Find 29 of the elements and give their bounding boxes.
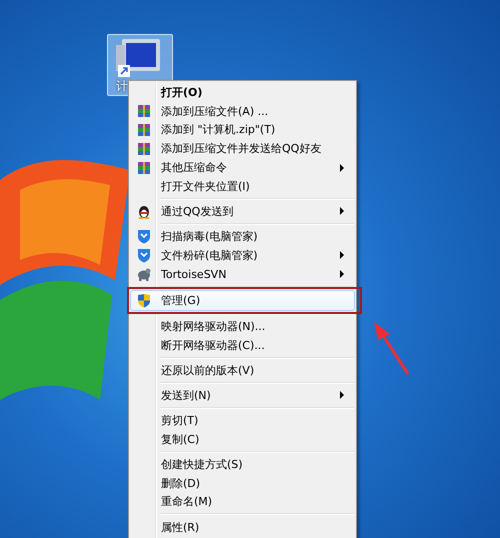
menu-item[interactable]: 剪切(T) [131, 411, 354, 430]
menu-item[interactable]: 打开(O) [131, 83, 354, 102]
shield-icon [137, 248, 151, 263]
menu-item[interactable]: 复制(C) [131, 430, 354, 449]
menu-item[interactable]: 通过QQ发送到 [131, 202, 354, 221]
menu-item[interactable]: 发送到(N) [131, 386, 354, 405]
menu-item[interactable]: 删除(D) [131, 474, 354, 493]
menu-item[interactable]: 属性(R) [131, 518, 354, 536]
menu-item[interactable]: 打开文件夹位置(I) [131, 176, 354, 196]
menu-item[interactable]: 添加到压缩文件并发送给QQ好友 [131, 139, 354, 158]
shield-icon [137, 229, 151, 244]
menu-item[interactable]: 重命名(M) [131, 492, 354, 512]
archive-icon [137, 122, 151, 137]
menu-item[interactable]: 扫描病毒(电脑管家) [131, 227, 354, 246]
menu-item[interactable]: 映射网络驱动器(N)... [131, 316, 354, 336]
archive-icon [137, 160, 151, 175]
menu-item[interactable]: 还原以前的版本(V) [131, 360, 354, 380]
menu-item[interactable]: 添加到压缩文件(A) ... [131, 102, 354, 121]
menu-item[interactable]: 断开网络驱动器(C)... [131, 336, 354, 355]
menu-item[interactable]: 文件粉碎(电脑管家) [131, 246, 354, 265]
penguin-icon [137, 204, 151, 219]
archive-icon [137, 142, 151, 156]
menu-item[interactable]: 创建快捷方式(S) [131, 454, 354, 474]
archive-icon [137, 104, 151, 118]
uac-shield-icon [137, 292, 151, 308]
menu-item[interactable]: TortoiseSVN [131, 264, 354, 284]
menu-item[interactable]: 其他压缩命令 [131, 158, 354, 177]
desktop-icon-label: 计 [116, 78, 128, 95]
menu-item[interactable]: 添加到 "计算机.zip"(T) [131, 120, 354, 140]
